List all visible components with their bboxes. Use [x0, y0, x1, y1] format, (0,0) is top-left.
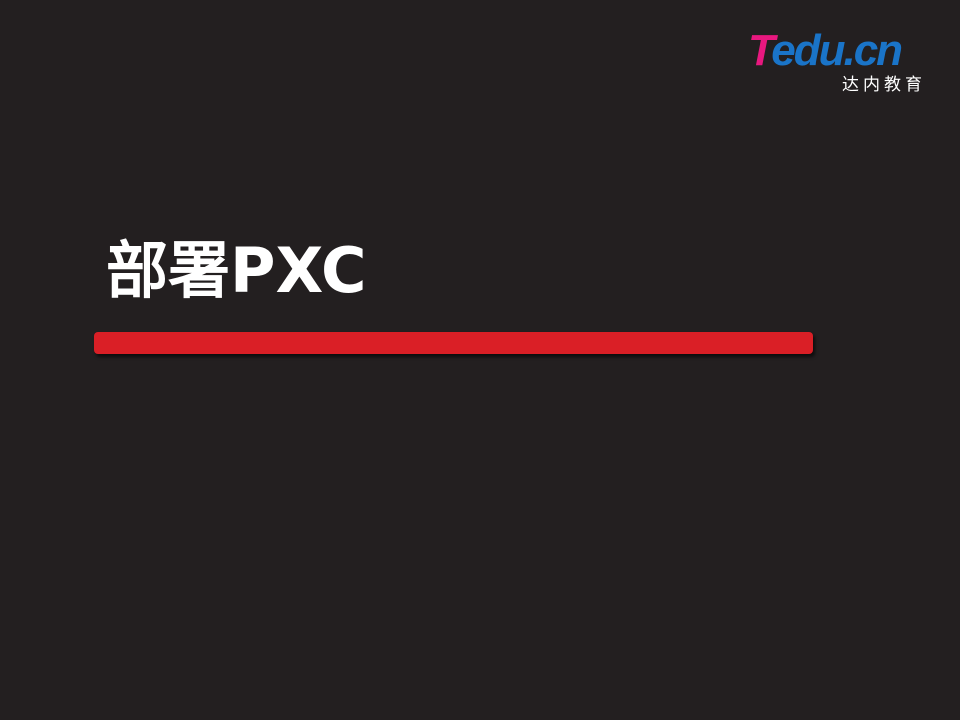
- logo-wordmark: Tedu.cn: [748, 28, 928, 74]
- logo-wordmark-rest: edu.cn: [771, 26, 903, 75]
- logo-wordmark-t: T: [748, 26, 773, 75]
- title-underline-bar: [94, 332, 813, 354]
- slide-canvas: Tedu.cn 达内教育 部署PXC: [0, 0, 960, 720]
- slide-title: 部署PXC: [106, 234, 367, 307]
- logo-tagline: 达内教育: [842, 75, 926, 95]
- tedu-logo: Tedu.cn 达内教育: [748, 28, 928, 100]
